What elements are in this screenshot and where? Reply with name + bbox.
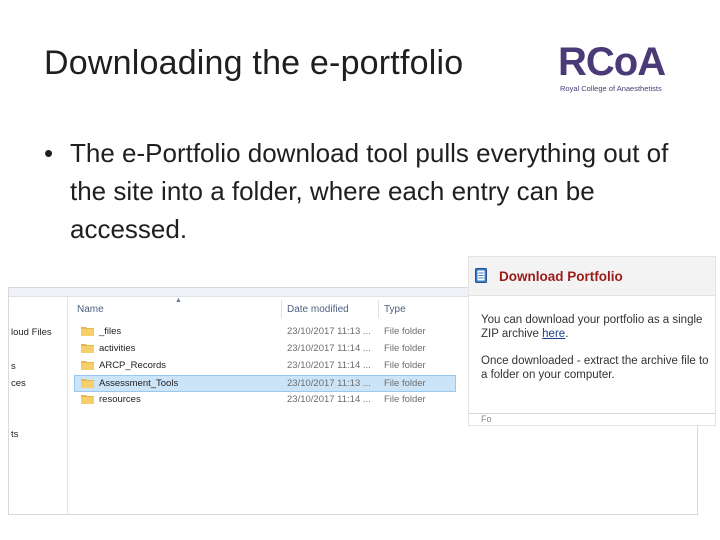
folder-date: 23/10/2017 11:14 ... <box>287 343 371 354</box>
folder-name: _files <box>99 326 122 337</box>
download-panel-header: Download Portfolio <box>469 257 715 296</box>
column-divider[interactable] <box>378 300 379 318</box>
download-text: You can download your portfolio as a sin… <box>481 314 703 340</box>
logo-wordmark: RCoA <box>558 40 666 84</box>
folder-type: File folder <box>384 360 426 371</box>
folder-type: File folder <box>384 343 426 354</box>
folder-row[interactable]: activities 23/10/2017 11:14 ... File fol… <box>75 341 455 357</box>
download-portfolio-panel: Download Portfolio You can download your… <box>468 256 716 426</box>
folder-row[interactable]: resources 23/10/2017 11:14 ... File fold… <box>75 392 455 408</box>
nav-item-4[interactable]: ts <box>11 429 18 440</box>
folder-name: resources <box>99 394 141 405</box>
folder-date: 23/10/2017 11:14 ... <box>287 394 371 405</box>
bullet-symbol: • <box>44 138 54 168</box>
folder-row[interactable]: ARCP_Records 23/10/2017 11:14 ... File f… <box>75 358 455 374</box>
sort-caret-icon: ▲ <box>175 297 182 304</box>
folder-name: ARCP_Records <box>99 360 167 371</box>
nav-item-3[interactable]: ces <box>11 378 26 389</box>
footer-label: Fo <box>481 414 492 424</box>
bullet-point: • The e-Portfolio download tool pulls ev… <box>44 134 694 248</box>
download-instructions: You can download your portfolio as a sin… <box>481 313 709 341</box>
logo-subtitle: Royal College of Anaesthetists <box>560 84 662 93</box>
column-header-date[interactable]: Date modified <box>287 304 349 315</box>
folder-row[interactable]: _files 23/10/2017 11:13 ... File folder <box>75 324 455 340</box>
folder-icon <box>81 361 94 370</box>
download-here-link[interactable]: here <box>542 328 565 340</box>
folder-row-selected[interactable]: Assessment_Tools 23/10/2017 11:13 ... Fi… <box>74 375 456 392</box>
folder-date: 23/10/2017 11:13 ... <box>287 326 371 337</box>
download-panel-footer: Fo <box>469 413 715 425</box>
column-divider[interactable] <box>281 300 282 318</box>
book-icon <box>475 268 487 283</box>
folder-type: File folder <box>384 378 426 389</box>
column-header-name[interactable]: Name <box>77 304 104 315</box>
download-panel-title: Download Portfolio <box>499 269 623 284</box>
nav-item-cloud-files[interactable]: loud Files <box>11 327 52 338</box>
bullet-text: The e-Portfolio download tool pulls ever… <box>70 138 669 244</box>
download-text-end: . <box>565 328 569 340</box>
column-header-type[interactable]: Type <box>384 304 406 315</box>
navigation-pane: loud Files s ces ts <box>9 296 68 514</box>
folder-type: File folder <box>384 394 426 405</box>
folder-type: File folder <box>384 326 426 337</box>
folder-name: Assessment_Tools <box>99 378 179 389</box>
extract-instructions: Once downloaded - extract the archive fi… <box>481 355 709 381</box>
folder-icon <box>81 395 94 404</box>
slide-title: Downloading the e-portfolio <box>44 44 464 82</box>
nav-item-2[interactable]: s <box>11 361 16 372</box>
folder-date: 23/10/2017 11:14 ... <box>287 360 371 371</box>
folder-icon <box>81 327 94 336</box>
folder-date: 23/10/2017 11:13 ... <box>287 378 371 389</box>
folder-icon <box>81 344 94 353</box>
folder-icon <box>81 379 94 388</box>
rcoa-logo: RCoA Royal College of Anaesthetists <box>558 40 678 96</box>
folder-name: activities <box>99 343 136 354</box>
